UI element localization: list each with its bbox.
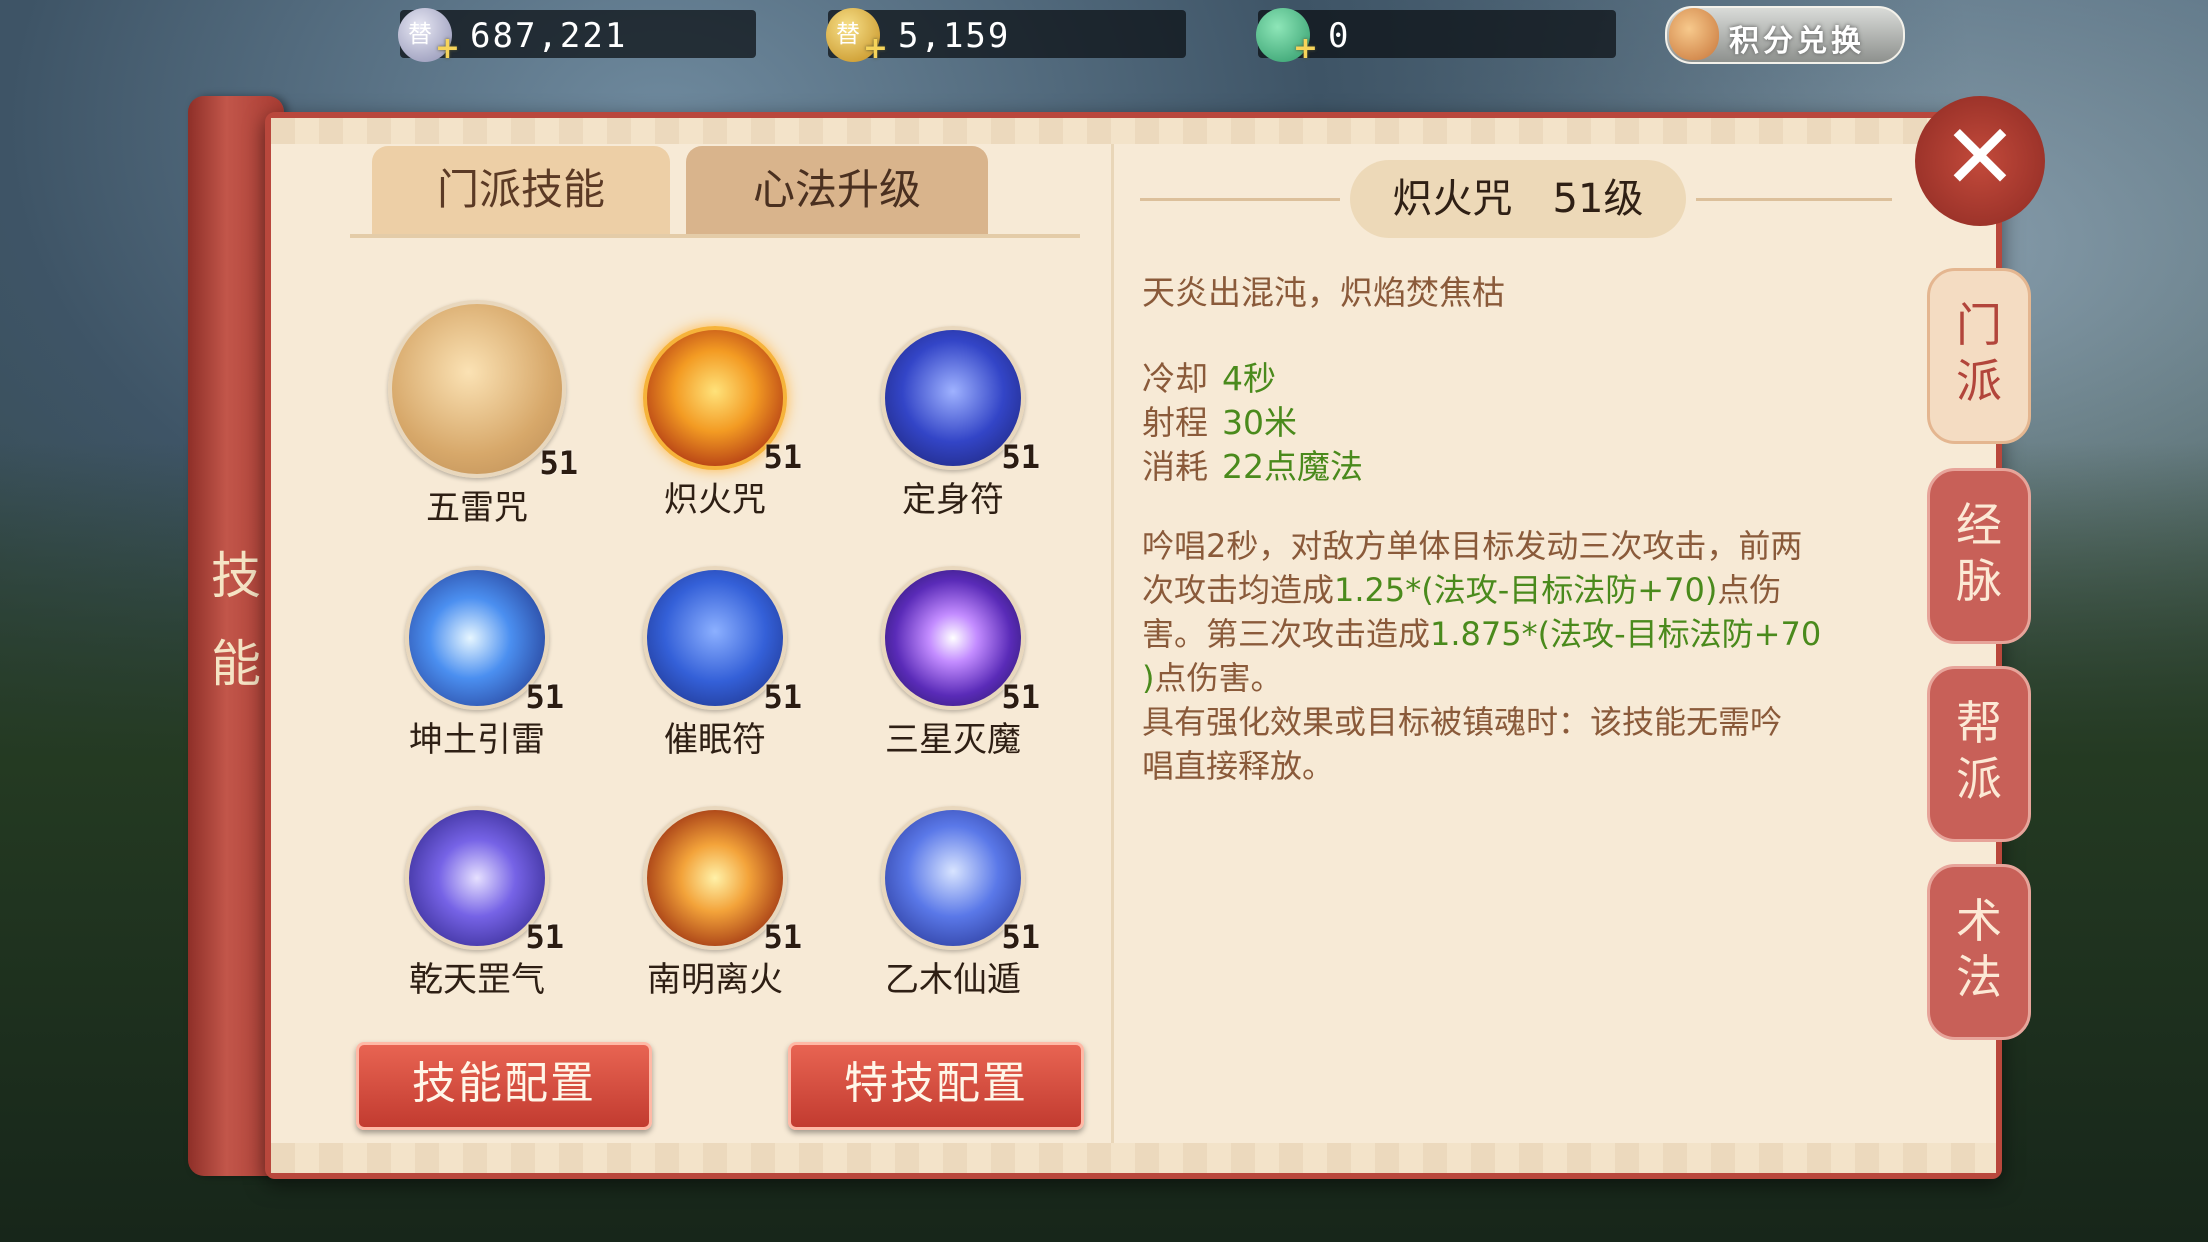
skill-kuntu[interactable]: 51 坤土引雷 xyxy=(372,566,582,761)
jade-currency: + 0 xyxy=(1256,8,1616,66)
stat-range: 射程 30米 xyxy=(1142,403,1297,442)
skill-level: 51 xyxy=(525,678,564,716)
gold-amount: 5,159 xyxy=(898,16,1011,56)
gold-currency: 替 + 5,159 xyxy=(826,8,1186,66)
special-config-button[interactable]: 特技配置 xyxy=(788,1042,1084,1130)
skill-level: 51 xyxy=(763,438,802,476)
money-bag-icon xyxy=(1669,8,1719,60)
points-exchange-label: 积分兑换 xyxy=(1729,24,1865,59)
panel-bottom-border xyxy=(271,1143,1996,1173)
skill-config-button[interactable]: 技能配置 xyxy=(356,1042,652,1130)
side-tab-sect[interactable]: 门派 xyxy=(1927,268,2031,444)
skill-wulei[interactable]: 51 五雷咒 xyxy=(372,300,582,529)
skill-level: 51 xyxy=(763,918,802,956)
side-tab-guild[interactable]: 帮派 xyxy=(1927,666,2031,842)
silver-currency: 替 + 687,221 xyxy=(398,8,756,66)
skill-name: 炽火咒 xyxy=(664,480,766,520)
skill-sanxing[interactable]: 51 三星灭魔 xyxy=(848,566,1058,761)
close-icon: ✕ xyxy=(1942,105,2018,210)
panel-divider xyxy=(1111,144,1114,1143)
skill-chihuo[interactable]: 51 炽火咒 xyxy=(610,326,820,521)
skill-name: 催眠符 xyxy=(664,720,766,760)
skill-name: 三星灭魔 xyxy=(885,720,1021,760)
panel-top-border xyxy=(271,118,1996,144)
skill-name: 南明离火 xyxy=(647,960,783,1000)
side-tab-spells[interactable]: 术法 xyxy=(1927,864,2031,1040)
skill-nanming[interactable]: 51 南明离火 xyxy=(610,806,820,1001)
skill-qiantian[interactable]: 51 乾天罡气 xyxy=(372,806,582,1001)
skill-level: 51 xyxy=(539,444,578,482)
silver-amount: 687,221 xyxy=(470,16,628,56)
skill-cuimian[interactable]: 51 催眠符 xyxy=(610,566,820,761)
skill-level: 51 xyxy=(1001,438,1040,476)
gold-coin-icon[interactable]: 替 + xyxy=(826,8,888,66)
close-button[interactable]: ✕ xyxy=(1915,96,2045,226)
title-line-left xyxy=(1140,198,1340,201)
title-line-right xyxy=(1696,198,1892,201)
skill-level: 51 xyxy=(1001,678,1040,716)
skill-name: 五雷咒 xyxy=(426,488,528,528)
skill-level: 51 xyxy=(763,678,802,716)
stat-cooldown: 冷却 4秒 xyxy=(1142,359,1276,398)
tab-mind-upgrade[interactable]: 心法升级 xyxy=(686,146,988,238)
skill-flavor-text: 天炎出混沌，炽焰焚焦枯 xyxy=(1142,273,1505,312)
silver-coin-icon[interactable]: 替 + xyxy=(398,8,460,66)
skill-yimu[interactable]: 51 乙木仙遁 xyxy=(848,806,1058,1001)
skill-name: 乾天罡气 xyxy=(409,960,545,1000)
points-exchange-button[interactable]: 积分兑换 xyxy=(1665,6,1905,64)
skill-level: 51 xyxy=(1001,918,1040,956)
skill-description: 吟唱2秒，对敌方单体目标发动三次攻击，前两 次攻击均造成1.25*(法攻-目标法… xyxy=(1142,527,1822,785)
tab-underline xyxy=(350,234,1080,238)
skill-name: 乙木仙遁 xyxy=(885,960,1021,1000)
side-tab-meridian[interactable]: 经脉 xyxy=(1927,468,2031,644)
skill-dingshen[interactable]: 51 定身符 xyxy=(848,326,1058,521)
jade-amount: 0 xyxy=(1328,16,1351,56)
skill-level: 51 xyxy=(525,918,564,956)
skill-detail-title: 炽火咒 51级 xyxy=(1350,160,1686,238)
jade-icon[interactable]: + xyxy=(1256,8,1318,66)
tab-sect-skills[interactable]: 门派技能 xyxy=(372,146,670,238)
stat-cost: 消耗 22点魔法 xyxy=(1142,447,1363,486)
skill-name: 定身符 xyxy=(902,480,1004,520)
skill-name: 坤土引雷 xyxy=(409,720,545,760)
